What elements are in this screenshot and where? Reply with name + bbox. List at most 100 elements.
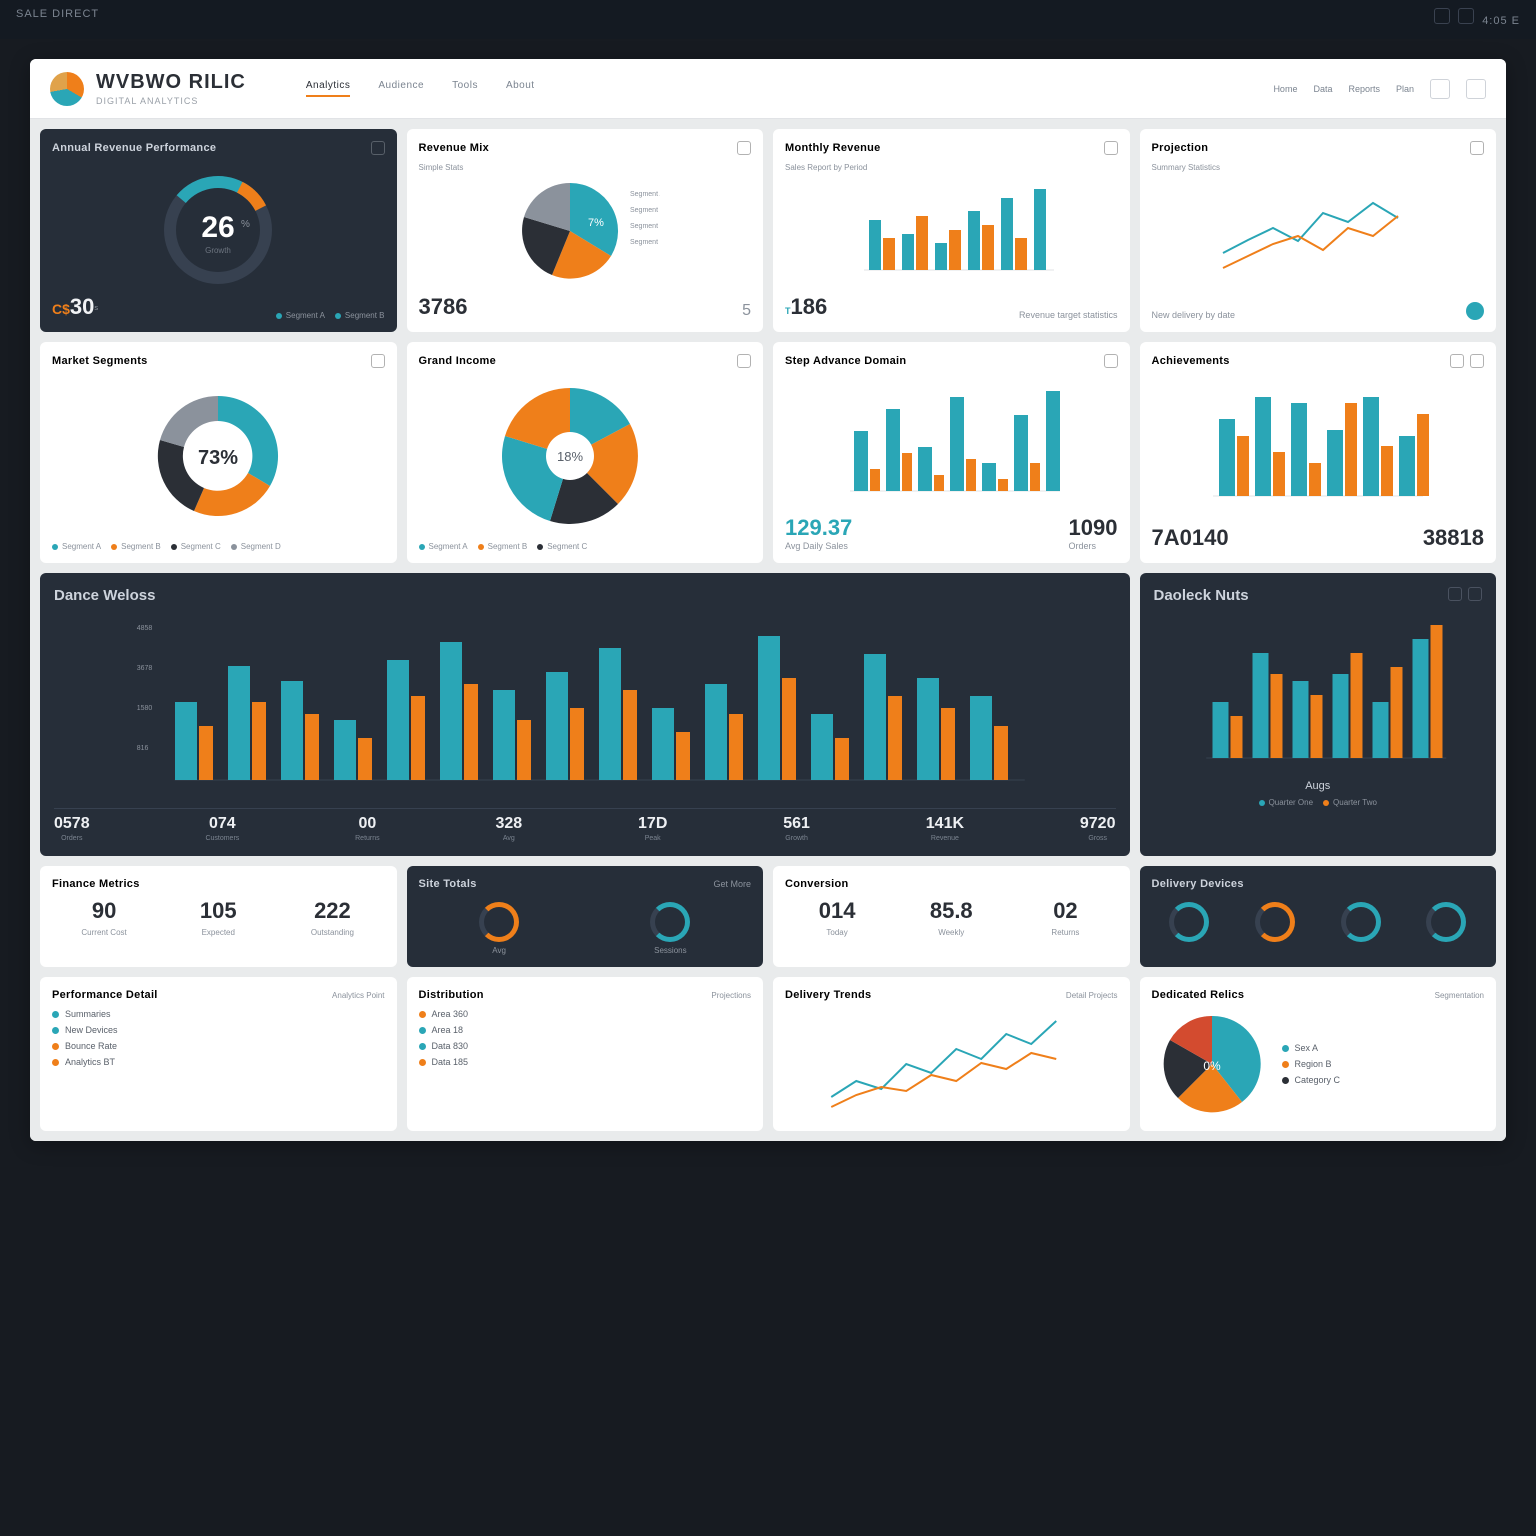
card-menu-icon[interactable] bbox=[371, 141, 385, 155]
list-item[interactable]: Data 830 bbox=[419, 1041, 752, 1051]
card-metrics-d: Delivery Devices bbox=[1140, 866, 1497, 967]
stat-strip: 0578Orders 074Customers 00Returns 328Avg… bbox=[54, 808, 1116, 842]
mini-gauge-icon bbox=[1255, 902, 1295, 942]
tab-analytics[interactable]: Analytics bbox=[306, 80, 351, 97]
card-bar-month: Monthly Revenue Sales Report by Period T… bbox=[773, 129, 1130, 332]
svg-text:Segment B: Segment B bbox=[630, 207, 660, 214]
card-side-bars: Daoleck Nuts Augs Quarter OneQuarter Two bbox=[1140, 573, 1497, 856]
tab-audience[interactable]: Audience bbox=[378, 80, 424, 97]
kpi-value: 129.37 bbox=[785, 515, 852, 541]
kpi-value: 186 bbox=[791, 294, 828, 319]
bar-chart bbox=[846, 174, 1056, 284]
svg-text:4858: 4858 bbox=[137, 625, 153, 632]
card-pie-relics: Dedicated RelicsSegmentation 0% Sex A Re… bbox=[1140, 977, 1497, 1131]
kpi-value: 30 bbox=[70, 294, 94, 319]
brand-name: WVBWO RILIC bbox=[96, 71, 246, 94]
list-item[interactable]: Data 185 bbox=[419, 1057, 752, 1067]
card-title: Dedicated Relics bbox=[1152, 989, 1245, 1001]
side-bar-chart bbox=[1154, 610, 1483, 780]
card-title: Grand Income bbox=[419, 355, 497, 367]
list-item[interactable]: Bounce Rate bbox=[52, 1041, 385, 1051]
card-metrics-a: Finance Metrics 90Current Cost 105Expect… bbox=[40, 866, 397, 967]
card-title: Delivery Devices bbox=[1152, 878, 1244, 890]
card-bar3: Achievements 7A0140 38818 bbox=[1140, 342, 1497, 563]
more-icon[interactable] bbox=[1470, 354, 1484, 368]
header-right: Home Data Reports Plan bbox=[1273, 79, 1486, 99]
refresh-icon[interactable] bbox=[371, 354, 385, 368]
svg-text:0%: 0% bbox=[1203, 1059, 1221, 1073]
hdr-link[interactable]: Reports bbox=[1348, 84, 1380, 94]
app-window: WVBWO RILIC DIGITAL ANALYTICS Analytics … bbox=[30, 59, 1506, 1141]
expand-icon[interactable] bbox=[1104, 354, 1118, 368]
mini-gauge-icon bbox=[479, 902, 519, 942]
pie-chart: 18% bbox=[490, 376, 680, 536]
card-list-a: Performance DetailAnalytics Point Summar… bbox=[40, 977, 397, 1131]
card-line-trends: Delivery TrendsDetail Projects bbox=[773, 977, 1130, 1131]
kpi-value: 3786 bbox=[419, 294, 468, 320]
kpi-prefix: C$ bbox=[52, 301, 70, 317]
list-item[interactable]: Area 360 bbox=[419, 1009, 752, 1019]
filter-icon[interactable] bbox=[1448, 587, 1462, 601]
card-title: Projection bbox=[1152, 142, 1209, 154]
card-bar2: Step Advance Domain 129.37Avg Daily Sale… bbox=[773, 342, 1130, 563]
svg-text:26: 26 bbox=[202, 211, 235, 244]
tab-about[interactable]: About bbox=[506, 80, 535, 97]
svg-text:Segment C: Segment C bbox=[630, 223, 660, 230]
os-title: SALE DIRECT bbox=[16, 8, 99, 31]
card-donut: Market Segments 73% Segment ASegment BSe… bbox=[40, 342, 397, 563]
upload-icon[interactable] bbox=[1430, 79, 1450, 99]
card-gauge: Annual Revenue Performance 26 % Growth C… bbox=[40, 129, 397, 332]
pie-chart: 0% bbox=[1152, 1009, 1272, 1119]
hdr-link[interactable]: Plan bbox=[1396, 84, 1414, 94]
card-metrics-c: Conversion 014Today 85.8Weekly 02Returns bbox=[773, 866, 1130, 967]
tray-icon[interactable] bbox=[1434, 8, 1450, 24]
card-big-bars: Dance Weloss 48583678 1580816 0578Orders… bbox=[40, 573, 1130, 856]
card-menu-icon[interactable] bbox=[737, 354, 751, 368]
dashboard-grid: Annual Revenue Performance 26 % Growth C… bbox=[30, 119, 1506, 1141]
kpi-value: 1090 bbox=[1069, 515, 1118, 541]
legend-dot: Segment A bbox=[276, 311, 325, 320]
status-dot-icon bbox=[1466, 302, 1484, 320]
card-title: Conversion bbox=[785, 878, 849, 890]
card-title: Monthly Revenue bbox=[785, 142, 881, 154]
list-item[interactable]: Summaries bbox=[52, 1009, 385, 1019]
hdr-link[interactable]: Data bbox=[1313, 84, 1332, 94]
kpi-value: 7A0140 bbox=[1152, 525, 1229, 551]
os-clock: 4:05 E bbox=[1482, 15, 1520, 31]
card-line-proj: Projection Summary Statistics New delive… bbox=[1140, 129, 1497, 332]
tray-icon[interactable] bbox=[1458, 8, 1474, 24]
os-bar: SALE DIRECT 4:05 E bbox=[0, 0, 1536, 39]
list-item: Region B bbox=[1282, 1059, 1341, 1069]
search-icon[interactable] bbox=[1450, 354, 1464, 368]
card-sub: Simple Stats bbox=[419, 163, 752, 172]
tab-tools[interactable]: Tools bbox=[452, 80, 478, 97]
list-item[interactable]: Analytics BT bbox=[52, 1057, 385, 1067]
card-title: Revenue Mix bbox=[419, 142, 490, 154]
more-icon[interactable] bbox=[1468, 587, 1482, 601]
svg-text:%: % bbox=[241, 219, 250, 230]
card-pie: Revenue Mix Simple Stats 7% Segment ASeg… bbox=[407, 129, 764, 332]
card-menu-icon[interactable] bbox=[737, 141, 751, 155]
card-menu-icon[interactable] bbox=[1104, 141, 1118, 155]
card-title: Finance Metrics bbox=[52, 878, 140, 890]
header: WVBWO RILIC DIGITAL ANALYTICS Analytics … bbox=[30, 59, 1506, 119]
card-sub: Summary Statistics bbox=[1152, 163, 1485, 172]
card-title: Dance Weloss bbox=[54, 587, 1116, 604]
list-item[interactable]: Area 18 bbox=[419, 1025, 752, 1035]
list-item[interactable]: New Devices bbox=[52, 1025, 385, 1035]
hdr-link[interactable]: Home bbox=[1273, 84, 1297, 94]
os-tray: 4:05 E bbox=[1430, 8, 1520, 31]
big-bar-chart: 48583678 1580816 bbox=[54, 610, 1116, 800]
gauge-chart: 26 % Growth bbox=[133, 165, 303, 285]
mini-gauge-icon bbox=[1341, 902, 1381, 942]
svg-text:18%: 18% bbox=[557, 449, 583, 464]
card-metrics-b: Site TotalsGet More Avg Sessions bbox=[407, 866, 764, 967]
svg-text:1580: 1580 bbox=[137, 705, 153, 712]
settings-icon[interactable] bbox=[1466, 79, 1486, 99]
svg-text:3678: 3678 bbox=[137, 665, 153, 672]
card-menu-icon[interactable] bbox=[1470, 141, 1484, 155]
svg-text:Segment D: Segment D bbox=[630, 239, 660, 246]
svg-text:Growth: Growth bbox=[205, 246, 231, 255]
bar-chart bbox=[836, 377, 1066, 507]
nav-tabs: Analytics Audience Tools About bbox=[306, 80, 535, 97]
